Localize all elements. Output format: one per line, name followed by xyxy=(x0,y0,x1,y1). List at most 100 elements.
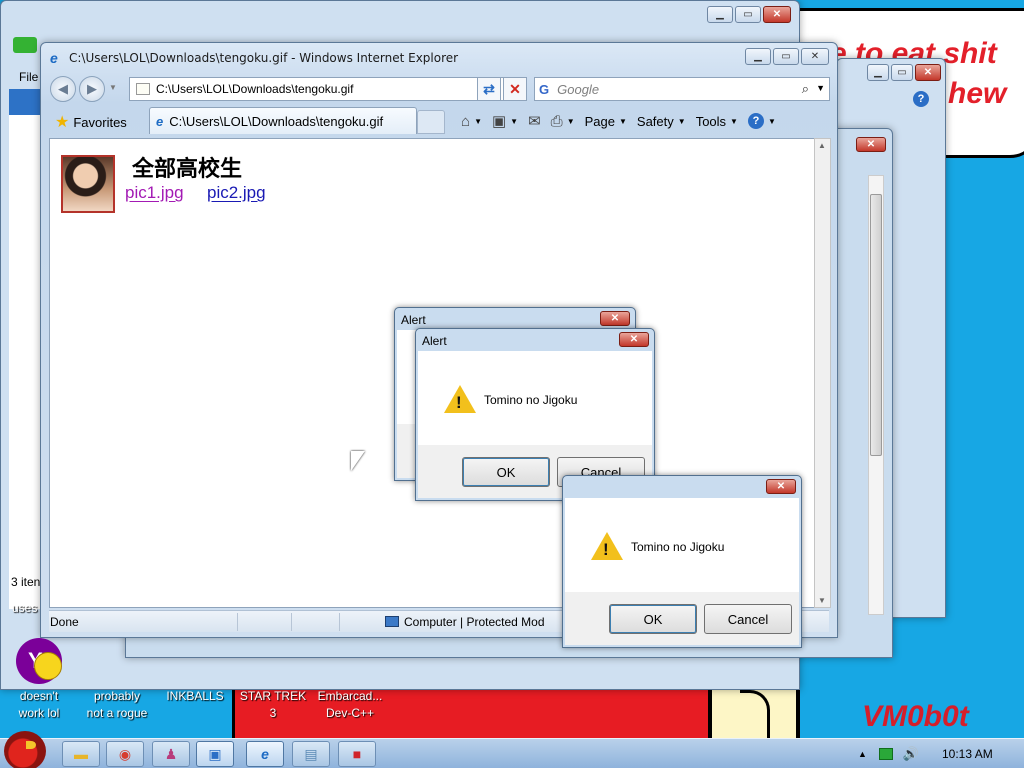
mail-button[interactable]: ✉ xyxy=(528,112,541,130)
ok-button[interactable]: OK xyxy=(462,457,550,487)
taskbar-ie[interactable]: e xyxy=(246,741,284,767)
window-title: C:\Users\LOL\Downloads\tengoku.gif - Win… xyxy=(69,51,459,65)
desktop-icon-devcpp[interactable]: Embarcad... Dev-C++ xyxy=(310,688,390,722)
tools-menu[interactable]: Tools ▼ xyxy=(696,114,738,129)
cancel-button[interactable]: Cancel xyxy=(704,604,792,634)
show-hidden-icons[interactable]: ▲ xyxy=(858,749,867,759)
dialog-title: Alert xyxy=(422,334,447,348)
ie-logo-icon: e xyxy=(50,50,58,66)
google-icon: G xyxy=(539,81,550,97)
maximize-button[interactable]: ▭ xyxy=(773,48,799,65)
scroll-up-icon[interactable]: ▲ xyxy=(818,141,826,150)
link-pic2[interactable]: pic2.jpg xyxy=(207,183,266,203)
zone-label: Computer | Protected Mod xyxy=(404,614,545,629)
tab-current[interactable]: e C:\Users\LOL\Downloads\tengoku.gif xyxy=(149,107,417,134)
scrollbar[interactable] xyxy=(868,175,884,615)
mail-icon: ✉ xyxy=(528,113,541,130)
maximize-button[interactable]: ▭ xyxy=(891,64,913,81)
help-icon[interactable]: ? xyxy=(913,91,929,107)
rss-icon: ▣ xyxy=(491,113,507,130)
status-separator xyxy=(237,613,238,631)
desktop-icon-rogue[interactable]: probably not a rogue xyxy=(78,688,156,722)
start-button[interactable] xyxy=(4,731,46,768)
back-nav-green-icon[interactable] xyxy=(13,37,37,53)
favorites-button[interactable]: ★ Favorites xyxy=(55,112,127,132)
address-bar[interactable]: C:\Users\LOL\Downloads\tengoku.gif ▼ xyxy=(129,77,515,101)
print-icon: ⎙ xyxy=(550,112,563,130)
taskbar-chrome[interactable]: ◉ xyxy=(106,741,144,767)
forward-button[interactable]: ▶ xyxy=(79,76,105,102)
app-icon: ♟ xyxy=(164,745,178,762)
close-button[interactable]: ✕ xyxy=(801,48,829,65)
close-button[interactable]: ✕ xyxy=(856,137,886,152)
search-icon[interactable]: ⌕ xyxy=(802,81,809,97)
address-text: C:\Users\LOL\Downloads\tengoku.gif xyxy=(156,82,354,96)
help-menu[interactable]: ? ▼ xyxy=(747,113,776,129)
mouse-cursor-icon xyxy=(351,451,365,471)
back-button[interactable]: ◀ xyxy=(50,76,76,102)
chrome-icon: ◉ xyxy=(118,745,132,762)
search-box[interactable]: G Google ⌕ ▼ xyxy=(534,77,830,101)
minimize-button[interactable]: ▁ xyxy=(745,48,771,65)
status-separator xyxy=(291,613,292,631)
profile-photo xyxy=(61,155,115,213)
taskbar-notepad[interactable]: ▤ xyxy=(292,741,330,767)
help-icon: ? xyxy=(747,113,764,129)
computer-icon xyxy=(385,616,399,627)
security-zone[interactable]: Computer | Protected Mod xyxy=(385,615,545,629)
folder-icon: ▬ xyxy=(74,746,88,762)
scrollbar-thumb[interactable] xyxy=(870,194,882,456)
safety-menu[interactable]: Safety ▼ xyxy=(637,114,686,129)
volume-icon[interactable]: 🔊 xyxy=(903,746,919,762)
stop-button[interactable]: ✕ xyxy=(503,77,527,101)
ok-button[interactable]: OK xyxy=(609,604,697,634)
window-icon: ▣ xyxy=(208,745,222,762)
desktop-icon-yahoo[interactable]: doesn't work lol xyxy=(10,688,68,722)
search-dropdown-icon[interactable]: ▼ xyxy=(816,83,825,93)
ie-tab-icon: e xyxy=(156,113,164,129)
page-heading: 全部高校生 xyxy=(132,157,243,182)
dialog-close-button[interactable]: ✕ xyxy=(619,332,649,347)
network-icon[interactable] xyxy=(878,748,893,760)
dialog-body: ! Tomino no Jigoku xyxy=(565,498,799,592)
maximize-button[interactable]: ▭ xyxy=(735,6,761,23)
dialog-message: Tomino no Jigoku xyxy=(484,393,578,407)
print-button[interactable]: ⎙ ▼ xyxy=(551,113,575,130)
system-tray: ▲ 🔊 xyxy=(858,746,941,762)
taskbar-window[interactable]: ▣ xyxy=(196,741,234,767)
feeds-button[interactable]: ▣ ▼ xyxy=(492,112,518,130)
warning-exclamation: ! xyxy=(603,540,609,559)
close-button[interactable]: ✕ xyxy=(915,64,941,81)
desktop-icon-star-trek[interactable]: STAR TREK 3 xyxy=(236,688,310,722)
minimize-button[interactable]: ▁ xyxy=(707,6,733,23)
caption-buttons: ▁ ▭ ✕ xyxy=(743,48,829,65)
home-button[interactable]: ⌂ ▼ xyxy=(461,113,482,130)
alert-dialog-lower[interactable]: ✕ ! Tomino no Jigoku OK Cancel xyxy=(562,475,802,648)
refresh-button[interactable]: ⇄ xyxy=(477,77,501,101)
vertical-scrollbar[interactable]: ▲ ▼ xyxy=(814,138,831,608)
clock[interactable]: 10:13 AM xyxy=(942,747,993,761)
menu-file[interactable]: File xyxy=(19,70,38,84)
page-icon xyxy=(136,83,150,95)
recent-pages-dropdown[interactable]: ▼ xyxy=(109,83,117,92)
taskbar-explorer[interactable]: ▬ xyxy=(62,741,100,767)
new-tab-button[interactable] xyxy=(417,110,445,134)
dialog-close-button[interactable]: ✕ xyxy=(766,479,796,494)
close-button[interactable]: ✕ xyxy=(763,6,791,23)
minimize-button[interactable]: ▁ xyxy=(867,64,889,81)
page-menu[interactable]: Page ▼ xyxy=(585,114,627,129)
dialog-footer: OK Cancel xyxy=(565,592,799,645)
dialog-title: Alert xyxy=(401,313,426,327)
warning-exclamation: ! xyxy=(456,393,462,412)
dialog-close-button[interactable]: ✕ xyxy=(600,311,630,326)
ie-icon: e xyxy=(261,746,269,762)
taskbar: ▬ ◉ ♟ ▣ e ▤ ■ ▲ 🔊 10:13 AM xyxy=(0,731,1024,768)
taskbar-program[interactable]: ■ xyxy=(338,741,376,767)
taskbar-app[interactable]: ♟ xyxy=(152,741,190,767)
scroll-down-icon[interactable]: ▼ xyxy=(818,596,826,605)
link-pic1[interactable]: pic1.jpg xyxy=(125,183,184,203)
status-text: Done xyxy=(50,614,79,629)
tab-label: C:\Users\LOL\Downloads\tengoku.gif xyxy=(169,113,384,129)
desktop-icon-inkballs[interactable]: INKBALLS xyxy=(160,688,230,705)
desktop-label-uses[interactable]: uses xyxy=(12,600,37,617)
